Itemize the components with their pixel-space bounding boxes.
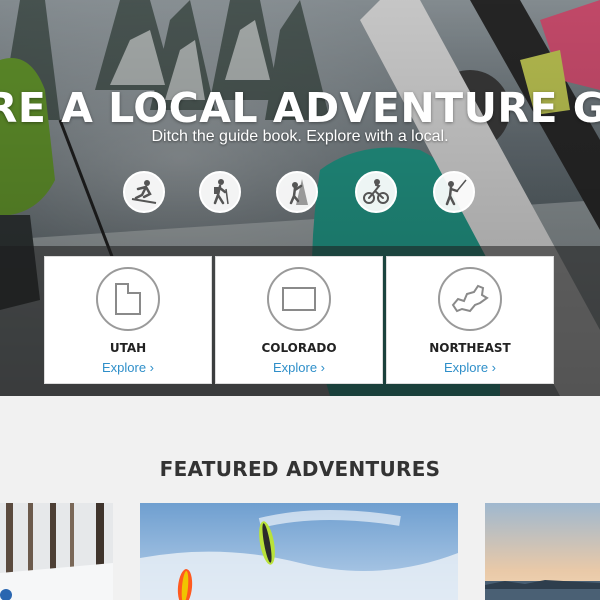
- region-card-colorado[interactable]: COLORADO Explore ›: [215, 256, 383, 384]
- snowy-forest-photo: [0, 503, 113, 600]
- mountain-biker-icon[interactable]: [355, 171, 397, 213]
- featured-adventures-heading: FEATURED ADVENTURES: [159, 457, 441, 481]
- region-card-utah[interactable]: UTAH Explore ›: [44, 256, 212, 384]
- sunset-lake-photo: [485, 503, 600, 600]
- hero-subtitle: Ditch the guide book. Explore with a loc…: [151, 128, 449, 145]
- region-name: COLORADO: [261, 341, 337, 355]
- explore-link[interactable]: Explore ›: [216, 360, 382, 375]
- explore-link[interactable]: Explore ›: [45, 360, 211, 375]
- adventure-card-1[interactable]: [0, 503, 113, 600]
- activity-icons: [0, 171, 600, 215]
- kite-skiing-photo: [140, 503, 458, 600]
- hero-title: IRE A LOCAL ADVENTURE GUID: [0, 84, 600, 132]
- skier-icon[interactable]: [123, 171, 165, 213]
- northeast-map-icon: [438, 267, 502, 331]
- adventure-card-3[interactable]: [485, 503, 600, 600]
- utah-map-icon: [96, 267, 160, 331]
- adventure-card-2[interactable]: [140, 503, 458, 600]
- region-card-northeast[interactable]: NORTHEAST Explore ›: [386, 256, 554, 384]
- region-name: NORTHEAST: [429, 341, 511, 355]
- explore-link[interactable]: Explore ›: [387, 360, 553, 375]
- climber-icon[interactable]: [276, 171, 318, 213]
- colorado-map-icon: [267, 267, 331, 331]
- hiker-icon[interactable]: [199, 171, 241, 213]
- angler-icon[interactable]: [433, 171, 475, 213]
- region-name: UTAH: [109, 341, 147, 355]
